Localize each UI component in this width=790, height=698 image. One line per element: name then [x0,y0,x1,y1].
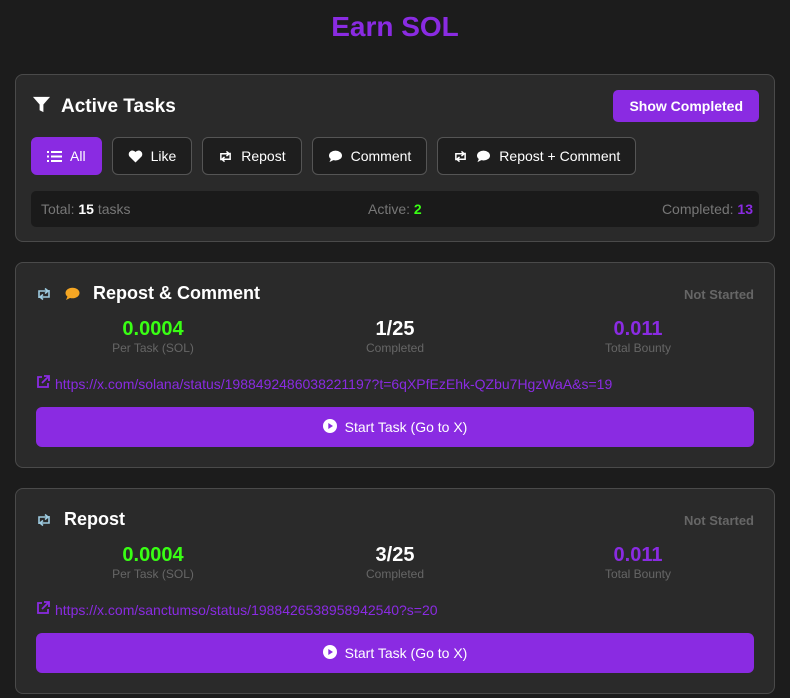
stat-completed-value: 13 [737,201,753,217]
per-task-label: Per Task (SOL) [112,567,194,581]
stat-active-label: Active: [368,201,411,217]
stat-active-value: 2 [413,201,422,217]
task-card: Repost Not Started 0.0004 Per Task (SOL)… [15,488,775,694]
filter-like-label: Like [150,148,177,164]
repost-icon [36,513,52,527]
stat-total-label: Total: [41,201,75,217]
stat-completed: Completed: 13 [662,201,753,217]
per-task-metric: 0.0004 Per Task (SOL) [53,543,253,581]
comment-icon [64,287,81,301]
completed-metric: 1/25 Completed [295,317,495,355]
play-icon [322,644,345,662]
completed-value: 1/25 [375,318,415,340]
external-link-icon [36,375,55,392]
show-completed-button[interactable]: Show Completed [613,90,759,122]
start-task-button[interactable]: Start Task (Go to X) [36,633,754,673]
bounty-metric: 0.011 Total Bounty [538,543,738,581]
external-link-icon [36,601,55,618]
bounty-value: 0.011 [613,318,663,340]
panel-title: Active Tasks [61,96,176,117]
task-header: Repost [36,509,125,530]
stat-active: Active: 2 [368,201,422,217]
task-status: Not Started [683,513,754,528]
panel-header: Active Tasks [32,95,176,119]
heart-icon [128,150,143,163]
comment-icon [328,150,343,163]
task-status: Not Started [683,287,754,302]
completed-value: 3/25 [375,544,415,566]
active-tasks-panel: Active Tasks Show Completed All Like Rep… [15,74,775,242]
completed-label: Completed [365,341,425,355]
completed-label: Completed [365,567,425,581]
list-icon [47,150,62,163]
filter-repost-button[interactable]: Repost [202,137,302,175]
filter-icon [32,95,61,119]
play-icon [322,418,345,436]
filter-repost-comment-label: Repost + Comment [499,148,621,164]
stat-total-suffix: tasks [97,201,131,217]
stat-completed-label: Completed: [661,201,734,217]
filter-comment-button[interactable]: Comment [311,137,428,175]
start-task-label: Start Task (Go to X) [344,419,468,435]
task-title: Repost & Comment [93,283,261,303]
task-header: Repost & Comment [36,283,260,304]
repost-icon [36,287,52,301]
filter-repost-label: Repost [241,148,286,164]
task-link-text: https://x.com/sanctumso/status/198842653… [55,601,438,618]
comment-icon [476,150,491,163]
bounty-metric: 0.011 Total Bounty [538,317,738,355]
task-link-text: https://x.com/solana/status/198849248603… [55,375,613,392]
repost-icon [453,150,468,163]
start-task-button[interactable]: Start Task (Go to X) [36,407,754,447]
bounty-label: Total Bounty [604,341,672,355]
stat-total-value: 15 [78,201,94,217]
start-task-label: Start Task (Go to X) [344,645,468,661]
stat-total: Total: 15 tasks [41,201,131,217]
stats-bar: Total: 15 tasks Active: 2 Completed: 13 [31,191,759,227]
per-task-metric: 0.0004 Per Task (SOL) [53,317,253,355]
task-title: Repost [64,509,126,529]
filter-repost-comment-button[interactable]: Repost + Comment [437,137,637,175]
task-link[interactable]: https://x.com/sanctumso/status/198842653… [36,601,438,618]
per-task-label: Per Task (SOL) [112,341,194,355]
filter-like-button[interactable]: Like [111,137,193,175]
filter-all-button[interactable]: All [31,137,102,175]
per-task-value: 0.0004 [122,544,184,566]
filter-all-label: All [70,148,86,164]
task-link[interactable]: https://x.com/solana/status/198849248603… [36,375,612,392]
repost-icon [218,150,233,163]
completed-metric: 3/25 Completed [295,543,495,581]
page-title: Earn SOL [331,11,459,42]
per-task-value: 0.0004 [122,318,184,340]
task-card: Repost & Comment Not Started 0.0004 Per … [15,262,775,468]
filter-tabs: All Like Repost Comment Repost + Comment [31,137,637,175]
bounty-value: 0.011 [613,544,663,566]
bounty-label: Total Bounty [604,567,672,581]
filter-comment-label: Comment [350,148,412,164]
